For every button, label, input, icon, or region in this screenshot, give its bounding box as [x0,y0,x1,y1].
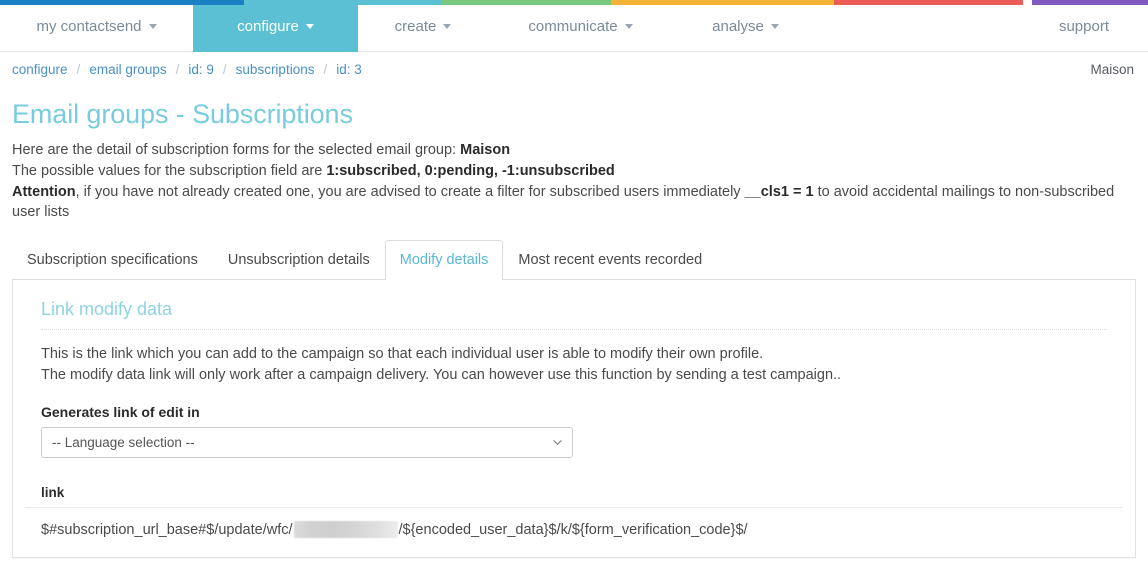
breadcrumb: configure / email groups / id: 9 / subsc… [12,62,362,77]
desc-1-group-name: Maison [460,142,511,158]
desc-3-text: , if you have not already created one, y… [75,184,745,200]
nav-item-support-label: support [1058,17,1110,35]
chevron-down-icon [770,23,779,29]
page-header: Email groups - Subscriptions Here are th… [0,87,1148,222]
nav-item-configure-label: configure [237,17,299,35]
nav-item-support[interactable]: support [1020,0,1148,52]
page-description-line-1: Here are the detail of subscription form… [12,140,1134,160]
breadcrumb-separator: / [222,62,227,77]
breadcrumb-separator: / [323,62,328,77]
language-select[interactable]: -- Language selection -- [41,427,573,458]
nav-item-communicate[interactable]: communicate [488,0,673,52]
breadcrumb-separator: / [76,62,81,77]
current-group-label: Maison [1090,62,1134,77]
redacted-link-segment [293,521,398,538]
desc-3-filter-expression: __cls1 = 1 [744,184,814,200]
desc-2-text: The possible values for the subscription… [12,163,327,179]
tab-subscription-specifications[interactable]: Subscription specifications [12,240,213,280]
nav-item-analyse[interactable]: analyse [673,0,818,52]
breadcrumb-item-email-groups[interactable]: email groups [89,62,166,77]
breadcrumb-item-configure[interactable]: configure [12,62,68,77]
nav-items: my contactsend configure create communic… [0,0,1148,52]
nav-item-my-contactsend[interactable]: my contactsend [0,0,193,52]
tabs-container: Subscription specifications Unsubscripti… [0,240,1148,280]
nav-item-communicate-label: communicate [528,17,618,35]
chevron-down-icon [305,23,314,29]
generated-link-value: $#subscription_url_base#$/update/wfc/ /${… [41,521,1107,538]
nav-item-configure[interactable]: configure [193,0,358,52]
nav-item-analyse-label: analyse [712,17,764,35]
top-navigation-bar: my contactsend configure create communic… [0,0,1148,52]
language-select-label: Generates link of edit in [41,404,200,420]
page-description-line-3: Attention, if you have not already creat… [12,182,1134,222]
desc-1-text: Here are the detail of subscription form… [12,142,461,158]
page-title: Email groups - Subscriptions [12,99,353,129]
desc-3-attention: Attention [12,184,76,200]
language-select-wrapper: -- Language selection -- [41,427,573,458]
chevron-down-icon [624,23,633,29]
nav-item-my-contactsend-label: my contactsend [36,17,142,35]
modify-details-panel: Link modify data This is the link which … [12,280,1136,558]
panel-body-line-1: This is the link which you can add to th… [41,346,764,362]
chevron-down-icon [443,23,452,29]
link-prefix: $#subscription_url_base#$/update/wfc/ [41,521,293,538]
panel-footer-divider [25,507,1123,508]
breadcrumb-bar: configure / email groups / id: 9 / subsc… [0,52,1148,87]
breadcrumb-item-id-3[interactable]: id: 3 [336,62,362,77]
chevron-down-icon [148,23,157,29]
tab-modify-details[interactable]: Modify details [384,240,504,280]
breadcrumb-separator: / [175,62,180,77]
breadcrumb-item-id-9[interactable]: id: 9 [188,62,214,77]
link-suffix: /${encoded_user_data}$/k/${form_verifica… [398,521,748,538]
tab-unsubscription-details[interactable]: Unsubscription details [213,240,385,280]
page-description-line-2: The possible values for the subscription… [12,161,1134,181]
nav-item-create[interactable]: create [358,0,488,52]
tab-list: Subscription specifications Unsubscripti… [12,240,1136,280]
breadcrumb-item-subscriptions[interactable]: subscriptions [236,62,315,77]
panel-body-line-2: The modify data link will only work afte… [41,367,842,383]
link-field-label: link [41,485,65,500]
panel-title: Link modify data [41,299,173,319]
desc-2-values: 1:subscribed, 0:pending, -1:unsubscribed [326,163,615,179]
tab-most-recent-events-recorded[interactable]: Most recent events recorded [503,240,717,280]
nav-item-create-label: create [394,17,437,35]
